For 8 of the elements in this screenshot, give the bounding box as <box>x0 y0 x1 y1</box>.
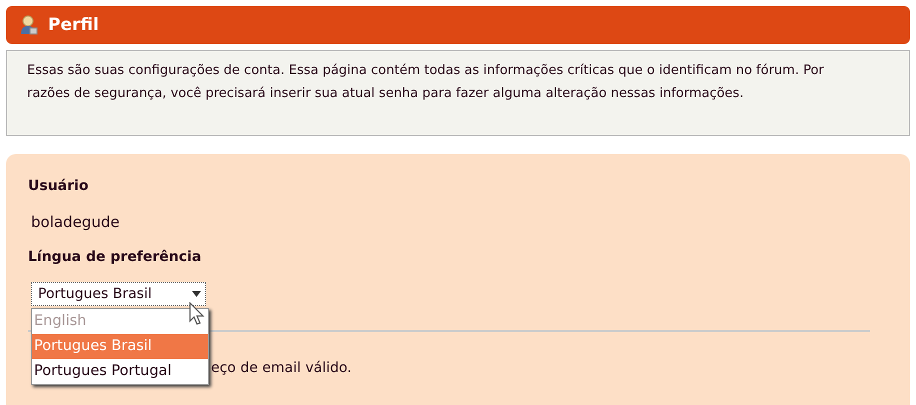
username-value: boladegude <box>31 213 121 231</box>
dropdown-option[interactable]: Portugues Portugal <box>32 359 208 384</box>
language-select[interactable]: Portugues Brasil <box>31 282 206 306</box>
page-title: Perfil <box>48 15 99 35</box>
field-label: Língua de preferência <box>28 249 202 265</box>
email-hint: eço de email válido. <box>211 360 352 376</box>
intro-text: Essas são suas configurações de conta. Essa página contém todas as informações críticas que o identificam no fórum. Por razões de segurança, você precisará inserir sua atual senha para fazer alguma alteração nessas informações. <box>27 62 825 103</box>
field-label: Usuário <box>28 178 90 194</box>
